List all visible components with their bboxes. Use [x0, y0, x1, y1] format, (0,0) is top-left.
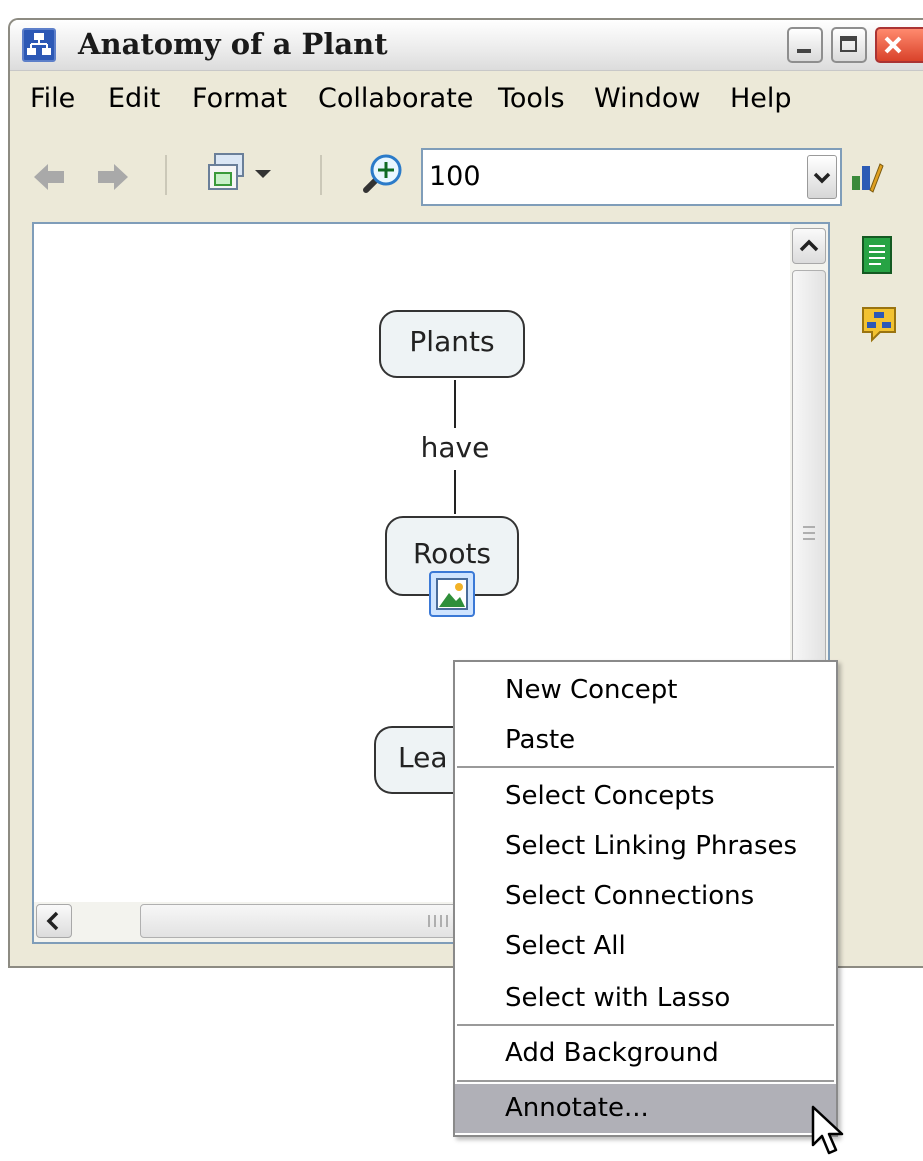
zoom-level-field[interactable]: [421, 148, 842, 206]
app-icon: [22, 28, 56, 62]
forward-arrow-icon[interactable]: [92, 160, 132, 198]
zoom-dropdown-button[interactable]: [807, 155, 837, 199]
scroll-up-button[interactable]: [792, 228, 826, 264]
menu-item-select-linking-phrases[interactable]: Select Linking Phrases: [455, 822, 836, 870]
collaboration-icon[interactable]: [860, 304, 898, 348]
concept-plants[interactable]: Plants: [379, 310, 525, 378]
notes-icon[interactable]: [860, 235, 896, 279]
back-arrow-icon[interactable]: [30, 160, 70, 198]
close-button[interactable]: [875, 27, 923, 63]
minimize-button[interactable]: [787, 27, 823, 63]
menu-item-select-connections[interactable]: Select Connections: [455, 872, 836, 920]
menu-item-annotate[interactable]: Annotate...: [455, 1084, 836, 1133]
menu-item-new-concept[interactable]: New Concept: [455, 666, 836, 714]
zoom-icon[interactable]: [358, 150, 406, 202]
toolbar-separator: [165, 155, 167, 195]
menu-collaborate[interactable]: Collaborate: [318, 72, 473, 126]
connection-line[interactable]: [454, 380, 456, 428]
image-resource-icon[interactable]: [429, 571, 475, 617]
map-view-icon[interactable]: [205, 151, 249, 199]
menu-file[interactable]: File: [30, 72, 75, 126]
menu-item-add-background[interactable]: Add Background: [455, 1029, 836, 1077]
menu-window[interactable]: Window: [594, 72, 700, 126]
toolbar-separator: [320, 155, 322, 195]
menu-separator: [457, 1080, 834, 1082]
menu-format[interactable]: Format: [192, 72, 287, 126]
menu-item-select-concepts[interactable]: Select Concepts: [455, 772, 836, 820]
menu-tools[interactable]: Tools: [498, 72, 565, 126]
menu-separator: [457, 766, 834, 768]
menu-help[interactable]: Help: [730, 72, 792, 126]
connection-line[interactable]: [454, 470, 456, 514]
context-menu: New Concept Paste Select Concepts Select…: [453, 660, 838, 1137]
menu-item-select-all[interactable]: Select All: [455, 922, 836, 970]
mouse-pointer-icon: [810, 1105, 850, 1161]
zoom-level-value: 100: [429, 161, 481, 192]
edit-style-icon[interactable]: [850, 156, 884, 200]
menu-item-select-with-lasso[interactable]: Select with Lasso: [455, 974, 836, 1022]
scroll-left-button[interactable]: [36, 904, 72, 938]
linking-phrase-have[interactable]: have: [380, 428, 530, 468]
menu-item-paste[interactable]: Paste: [455, 716, 836, 764]
menu-bar: File Edit Format Collaborate Tools Windo…: [10, 72, 923, 126]
menu-separator: [457, 1024, 834, 1026]
menu-edit[interactable]: Edit: [108, 72, 160, 126]
maximize-button[interactable]: [831, 27, 867, 63]
chevron-down-icon[interactable]: [252, 163, 274, 187]
window-title: Anatomy of a Plant: [78, 27, 388, 61]
